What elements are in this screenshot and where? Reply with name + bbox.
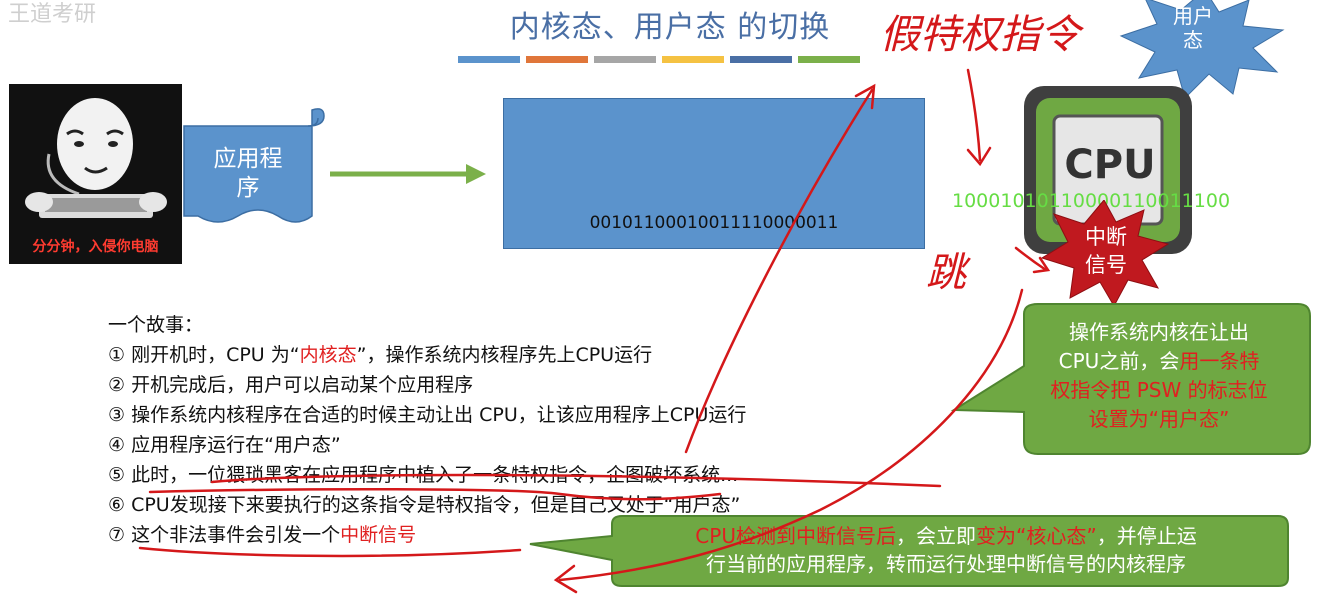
handwritten-annotations [138,68,1051,594]
pen-underline-line6 [148,487,722,501]
pen-underline-line5 [210,473,942,488]
pen-long-curve [558,288,1024,582]
pen-underline-line7 [138,546,522,558]
pen-arrow-down-path [966,68,982,162]
pen-arrow-up-path [684,88,874,454]
pen-arrow-right-head [1032,256,1051,274]
